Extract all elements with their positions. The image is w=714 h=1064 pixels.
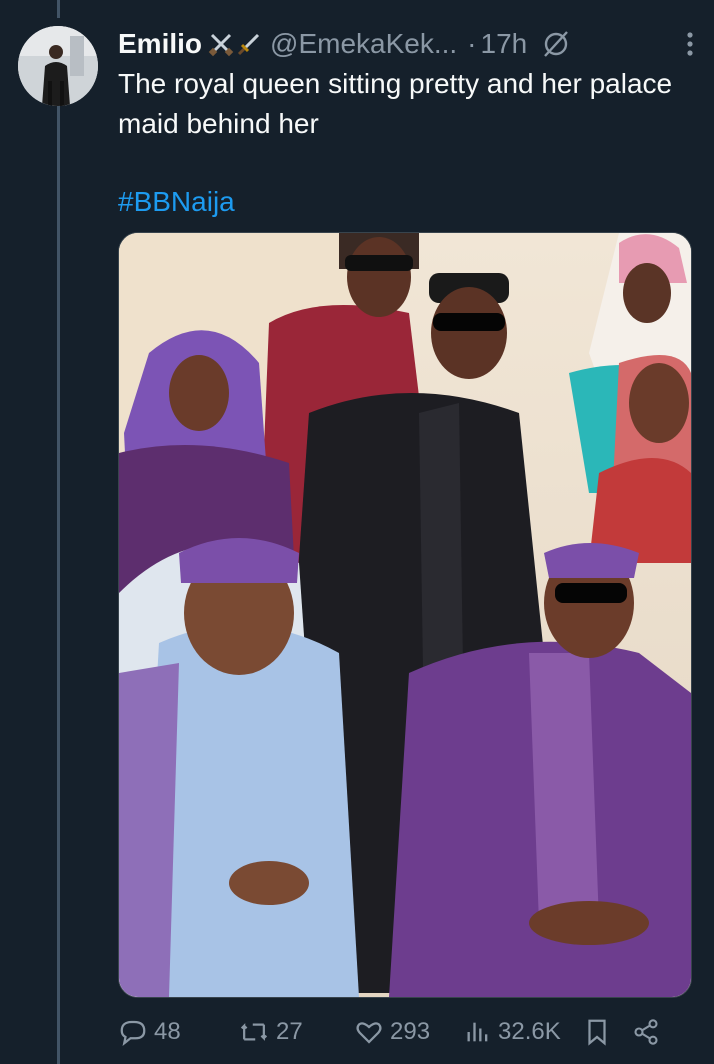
tweet-actions: 48 27 293 32.6K (118, 1010, 696, 1054)
author-name[interactable]: Emilio (118, 28, 202, 60)
views-icon (467, 1022, 488, 1042)
tweet-photo[interactable] (118, 232, 692, 998)
thread-line (57, 104, 60, 1064)
hashtag-link[interactable]: #BBNaija (118, 184, 235, 220)
reply-button[interactable]: 48 (118, 1017, 238, 1047)
repost-button[interactable]: 27 (238, 1017, 354, 1047)
reply-count: 48 (154, 1018, 181, 1045)
repost-icon (240, 1023, 268, 1041)
author-emoji (208, 31, 262, 57)
share-icon (634, 1019, 658, 1045)
grok-icon[interactable] (541, 29, 571, 59)
more-icon[interactable] (684, 26, 696, 62)
share-button[interactable] (632, 1017, 672, 1047)
photo-illustration (119, 233, 691, 997)
like-count: 293 (390, 1018, 431, 1045)
bookmark-button[interactable] (584, 1017, 632, 1047)
like-button[interactable]: 293 (354, 1017, 464, 1047)
avatar[interactable] (18, 26, 98, 106)
repost-count: 27 (276, 1018, 303, 1045)
bookmark-icon (588, 1019, 606, 1046)
view-count: 32.6K (498, 1018, 561, 1045)
tweet-time[interactable]: 17h (481, 28, 528, 60)
tweet-header: Emilio @EmekaKek... · 17h (118, 26, 696, 62)
reply-icon (120, 1020, 146, 1047)
views-button[interactable]: 32.6K (464, 1017, 584, 1047)
tweet-text: The royal queen sitting pretty and her p… (118, 68, 673, 139)
thread-line-top (57, 0, 60, 18)
dagger-icon (237, 33, 260, 56)
avatar-image (18, 26, 98, 106)
author-handle[interactable]: @EmekaKek... (270, 28, 457, 60)
separator-dot: · (467, 28, 477, 59)
crossed-swords-icon (208, 33, 234, 57)
heart-icon (356, 1022, 382, 1044)
